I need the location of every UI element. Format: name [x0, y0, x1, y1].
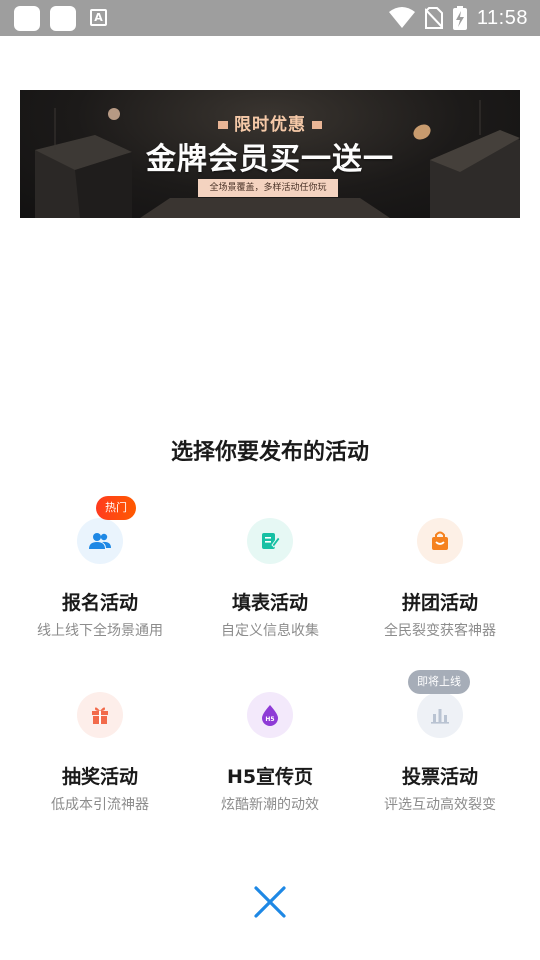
font-a-icon: A: [90, 9, 107, 26]
status-bar: A 11:58: [0, 0, 540, 36]
activity-title: 填表活动: [231, 592, 308, 614]
activity-form[interactable]: 填表活动 自定义信息收集: [180, 518, 360, 658]
activity-title: 拼团活动: [401, 592, 478, 614]
close-button[interactable]: [250, 882, 290, 922]
shopping-bag-icon: [417, 518, 463, 564]
app-placeholder-icon: [50, 6, 76, 31]
page-title: 选择你要发布的活动: [170, 440, 369, 465]
activity-desc: 线上线下全场景通用: [37, 623, 163, 639]
h5-drop-icon: H5: [247, 692, 293, 738]
wifi-icon: [388, 7, 415, 28]
no-sim-icon: [424, 7, 443, 29]
status-time: 11:58: [476, 6, 528, 29]
activity-title: 报名活动: [61, 592, 138, 614]
activity-group-buy[interactable]: 拼团活动 全民裂变获客神器: [350, 518, 530, 658]
battery-charging-icon: [452, 6, 467, 30]
activity-signup[interactable]: 报名活动 线上线下全场景通用: [10, 518, 190, 658]
close-icon: [254, 886, 286, 918]
activity-desc: 评选互动高效裂变: [384, 797, 496, 813]
app-placeholder-icon: [14, 6, 40, 31]
activity-desc: 自定义信息收集: [221, 623, 319, 639]
gift-icon: [77, 692, 123, 738]
activity-lottery[interactable]: 抽奖活动 低成本引流神器: [10, 692, 190, 832]
users-icon: [77, 518, 123, 564]
activity-title: H5宣传页: [226, 766, 314, 788]
banner-title: 金牌会员买一送一: [146, 142, 394, 177]
svg-text:H5: H5: [265, 716, 274, 723]
bar-chart-icon: [417, 692, 463, 738]
activity-desc: 低成本引流神器: [51, 797, 149, 813]
hot-badge: 热门: [96, 496, 136, 520]
activity-desc: 炫酷新潮的动效: [221, 797, 319, 813]
activity-h5-page[interactable]: H5 H5宣传页 炫酷新潮的动效: [180, 692, 360, 832]
activity-title: 抽奖活动: [61, 766, 138, 788]
banner-tag: 限时优惠: [20, 110, 520, 135]
activity-desc: 全民裂变获客神器: [384, 623, 496, 639]
coming-soon-badge: 即将上线: [408, 670, 470, 694]
promo-banner[interactable]: 限时优惠 金牌会员买一送一 全场景覆盖，多样活动任你玩: [20, 90, 520, 218]
banner-subtitle: 全场景覆盖，多样活动任你玩: [198, 179, 338, 197]
activity-title: 投票活动: [401, 766, 478, 788]
form-edit-icon: [247, 518, 293, 564]
activity-vote[interactable]: 投票活动 评选互动高效裂变: [350, 692, 530, 832]
